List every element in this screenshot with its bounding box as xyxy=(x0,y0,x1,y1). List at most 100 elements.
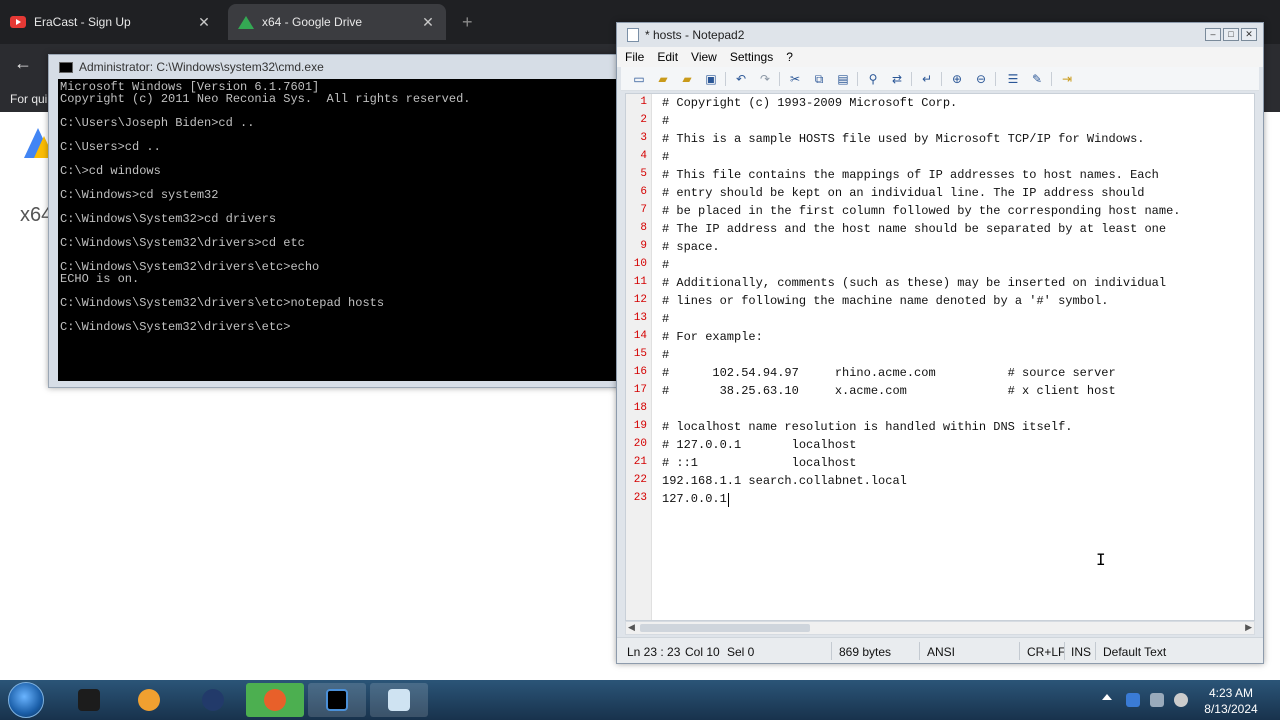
cmd-title-bar[interactable]: Administrator: C:\Windows\system32\cmd.e… xyxy=(49,55,619,79)
line-number: 19 xyxy=(633,420,647,432)
status-scheme[interactable]: Default Text xyxy=(1103,645,1166,659)
browser-tab-google-drive[interactable]: x64 - Google Drive ✕ xyxy=(228,4,446,40)
line-number: 22 xyxy=(633,474,647,486)
tray-app-icon[interactable] xyxy=(1126,693,1140,707)
horizontal-scrollbar[interactable]: ◀ ▶ xyxy=(625,621,1255,635)
notepad-title-bar[interactable]: * hosts - Notepad2 – □ ✕ xyxy=(617,23,1263,47)
line-number-gutter: 1 2 3 4 5 6 7 8 9 10 11 12 13 14 15 16 17 18 19 20 21 22 23 xyxy=(626,94,652,620)
toolbar-separator xyxy=(725,72,726,86)
code-line: # be placed in the first column followed… xyxy=(662,204,1181,218)
zoom-in-icon[interactable]: ⊕ xyxy=(949,71,965,87)
cmd-taskbar-icon[interactable] xyxy=(308,683,366,717)
code-line: # 38.25.63.10 x.acme.com # x client host xyxy=(662,384,1116,398)
status-file-size: 869 bytes xyxy=(839,645,892,659)
status-encoding[interactable]: ANSI xyxy=(927,645,955,659)
tab-close-icon[interactable]: ✕ xyxy=(420,14,436,31)
cmd-window: Administrator: C:\Windows\system32\cmd.e… xyxy=(48,54,620,388)
back-arrow-icon[interactable]: ← xyxy=(14,53,32,74)
scrollbar-thumb[interactable] xyxy=(640,624,810,632)
status-column: Col 10 xyxy=(685,645,720,659)
line-number: 18 xyxy=(633,402,647,414)
clock-date[interactable]: 8/13/2024 xyxy=(1196,702,1266,716)
status-bar: Ln 23 : 23 Col 10 Sel 0 869 bytes ANSI C… xyxy=(617,637,1263,663)
globe-icon[interactable] xyxy=(184,683,242,717)
open-folder-icon[interactable]: ▰ xyxy=(655,71,671,87)
toolbar-separator xyxy=(779,72,780,86)
exit-icon[interactable]: ⇥ xyxy=(1059,71,1075,87)
scroll-left-icon[interactable]: ◀ xyxy=(628,622,635,633)
menu-view[interactable]: View xyxy=(691,50,717,64)
paste-icon[interactable]: ▤ xyxy=(835,71,851,87)
code-line: # xyxy=(662,312,670,326)
clock-time[interactable]: 4:23 AM xyxy=(1196,686,1266,700)
console-line: C:\Windows\System32\drivers>cd etc xyxy=(60,236,305,250)
status-separator xyxy=(1064,642,1065,660)
browse-icon[interactable]: ▰ xyxy=(679,71,695,87)
code-line: # xyxy=(662,348,670,362)
code-line: # space. xyxy=(662,240,720,254)
status-insert-mode: INS xyxy=(1071,645,1092,659)
start-button[interactable] xyxy=(8,682,44,718)
line-number: 12 xyxy=(633,294,647,306)
taskbar-app-icon[interactable] xyxy=(60,683,118,717)
toolbar-separator xyxy=(857,72,858,86)
cut-icon[interactable]: ✂ xyxy=(787,71,803,87)
tab-title: EraCast - Sign Up xyxy=(34,15,131,29)
code-line: # For example: xyxy=(662,330,763,344)
tab-title: x64 - Google Drive xyxy=(262,15,363,29)
code-line: # xyxy=(662,150,670,164)
line-number: 4 xyxy=(640,150,647,162)
zoom-out-icon[interactable]: ⊖ xyxy=(973,71,989,87)
copy-icon[interactable]: ⧉ xyxy=(811,71,827,87)
menu-help[interactable]: ? xyxy=(786,50,793,64)
tray-expand-icon[interactable] xyxy=(1102,694,1112,700)
code-line: # Copyright (c) 1993-2009 Microsoft Corp… xyxy=(662,96,958,110)
browser-tab-eracast[interactable]: EraCast - Sign Up ✕ xyxy=(0,4,222,40)
status-separator xyxy=(1095,642,1096,660)
network-icon[interactable] xyxy=(1150,693,1164,707)
scheme-icon[interactable]: ☰ xyxy=(1005,71,1021,87)
replace-icon[interactable]: ⇄ xyxy=(889,71,905,87)
redo-icon[interactable]: ↷ xyxy=(757,71,773,87)
notepad-taskbar-icon[interactable] xyxy=(370,683,428,717)
line-number: 14 xyxy=(633,330,647,342)
menu-bar: File Edit View Settings ? xyxy=(617,47,1263,67)
new-tab-button[interactable]: + xyxy=(462,12,473,33)
notepad-app-icon xyxy=(627,28,639,42)
scroll-right-icon[interactable]: ▶ xyxy=(1245,622,1252,633)
line-number: 9 xyxy=(640,240,647,252)
save-icon[interactable]: ▣ xyxy=(703,71,719,87)
undo-icon[interactable]: ↶ xyxy=(733,71,749,87)
console-line: ECHO is on. xyxy=(60,272,140,286)
text-editor[interactable]: 1 2 3 4 5 6 7 8 9 10 11 12 13 14 15 16 17 18 19 20 21 22 23 # … xyxy=(625,93,1255,621)
cmd-console[interactable]: Microsoft Windows [Version 6.1.7601] Cop… xyxy=(58,79,619,381)
toolbar: ▭ ▰ ▰ ▣ ↶ ↷ ✂ ⧉ ▤ ⚲ ⇄ ↵ ⊕ ⊖ ☰ ✎ ⇥ xyxy=(621,67,1259,91)
bookmark-text[interactable]: For qui xyxy=(10,92,47,106)
maximize-button[interactable]: □ xyxy=(1223,28,1239,41)
find-icon[interactable]: ⚲ xyxy=(865,71,881,87)
line-number: 7 xyxy=(640,204,647,216)
menu-settings[interactable]: Settings xyxy=(730,50,773,64)
firefox-icon[interactable] xyxy=(246,683,304,717)
status-line-endings[interactable]: CR+LF xyxy=(1027,645,1065,659)
minimize-button[interactable]: – xyxy=(1205,28,1221,41)
line-number: 20 xyxy=(633,438,647,450)
code-line: # xyxy=(662,114,670,128)
line-number: 23 xyxy=(633,492,647,504)
console-line: C:\Windows>cd system32 xyxy=(60,188,219,202)
code-line: # lines or following the machine name de… xyxy=(662,294,1109,308)
google-drive-icon xyxy=(238,15,254,29)
toolbar-separator xyxy=(941,72,942,86)
media-player-icon[interactable] xyxy=(120,683,178,717)
new-file-icon[interactable]: ▭ xyxy=(631,71,647,87)
line-number: 10 xyxy=(633,258,647,270)
menu-file[interactable]: File xyxy=(625,50,644,64)
tab-close-icon[interactable]: ✕ xyxy=(196,14,212,31)
menu-edit[interactable]: Edit xyxy=(657,50,678,64)
close-button[interactable]: ✕ xyxy=(1241,28,1257,41)
customize-scheme-icon[interactable]: ✎ xyxy=(1029,71,1045,87)
word-wrap-icon[interactable]: ↵ xyxy=(919,71,935,87)
volume-icon[interactable] xyxy=(1174,693,1188,707)
line-number: 6 xyxy=(640,186,647,198)
text-caret xyxy=(727,493,729,507)
